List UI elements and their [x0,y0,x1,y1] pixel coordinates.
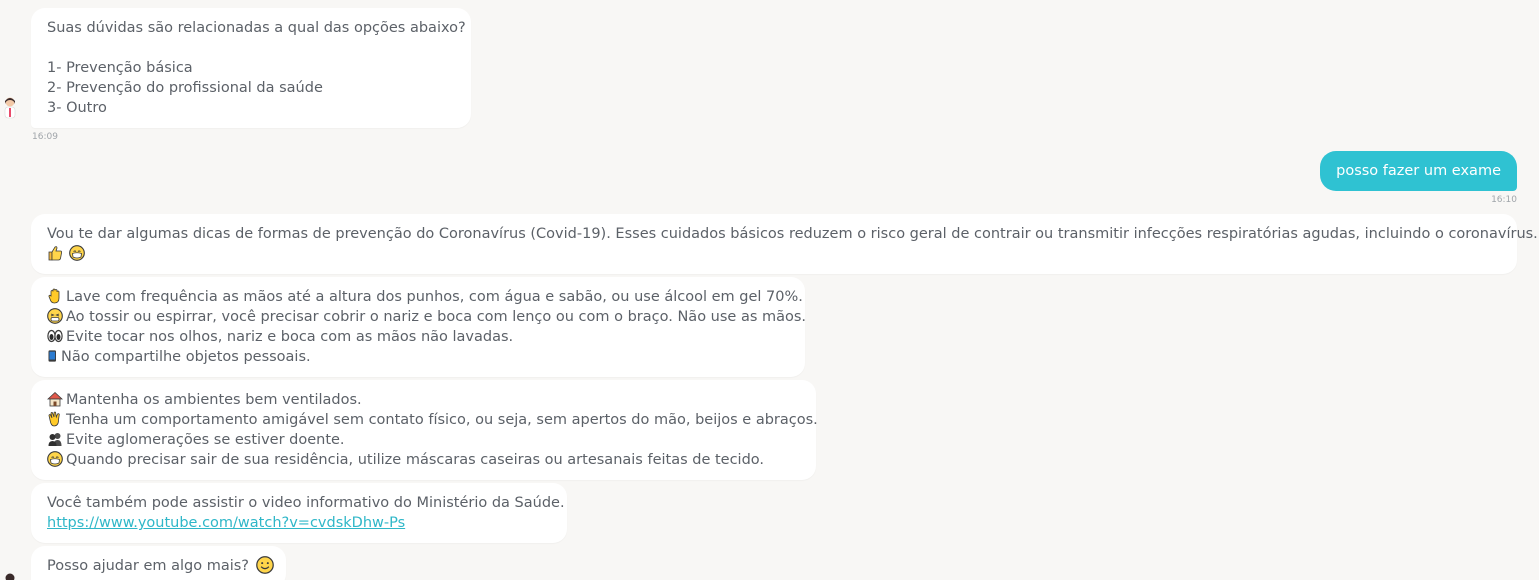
face-with-mask-emoji [47,451,63,467]
bot-message-video: Você também pode assistir o video inform… [31,483,567,543]
tip-text: Não compartilhe objetos pessoais. [61,349,311,365]
message-text: Você também pode assistir o video inform… [47,495,565,511]
bot-message-intro: Vou te dar algumas dicas de formas de pr… [31,214,1538,274]
option-1: 1- Prevenção básica [47,60,193,76]
tip-line: Tenha um comportamento amigável sem cont… [47,410,818,430]
message-line-blank [47,38,455,58]
tip-text: Evite tocar nos olhos, nariz e boca com … [66,329,514,345]
tip-text: Tenha um comportamento amigável sem cont… [66,412,818,428]
smiling-face-emoji [256,556,274,574]
bot-message-help: Posso ajudar em algo mais? [31,546,286,580]
sneezing-face-emoji [47,308,63,324]
raised-hand-emoji [48,288,60,304]
message-text: Posso ajudar em algo mais? [47,558,249,574]
thumbs-up-emoji [48,246,63,261]
tip-text: Mantenha os ambientes bem ventilados. [66,392,362,408]
tip-line: Evite tocar nos olhos, nariz e boca com … [47,327,789,347]
tip-text: Evite aglomerações se estiver doente. [66,432,345,448]
link-line: https://www.youtube.com/watch?v=cvdskDhw… [47,513,551,533]
message-text: Vou te dar algumas dicas de formas de pr… [47,226,1538,242]
message-timestamp: 16:09 [32,132,58,142]
chat-window: Suas dúvidas são relacionadas a qual das… [0,0,1539,580]
tip-line: Evite aglomerações se estiver doente. [47,430,800,450]
bot-message-tips-2: Mantenha os ambientes bem ventilados. Te… [31,380,818,480]
face-with-mask-emoji [69,245,85,261]
tip-text: Ao tossir ou espirrar, você precisar cob… [66,309,807,325]
option-3: 3- Outro [47,100,107,116]
message-line: Suas dúvidas são relacionadas a qual das… [47,20,466,36]
busts-emoji [48,433,62,446]
tip-line: Lave com frequência as mãos até a altura… [47,287,803,307]
tip-line: Quando precisar sair de sua residência, … [47,450,800,470]
house-emoji [47,391,63,407]
user-message: posso fazer um exame [1320,151,1517,191]
emoji-row [47,244,1501,264]
help-line: Posso ajudar em algo mais? [47,556,270,576]
bot-message-options: Suas dúvidas são relacionadas a qual das… [31,8,471,128]
user-message-text: posso fazer um exame [1336,163,1501,179]
user-message-timestamp: 16:10 [1491,195,1517,205]
youtube-video-link[interactable]: https://www.youtube.com/watch?v=cvdskDhw… [47,515,405,531]
tip-line: Não compartilhe objetos pessoais. [47,347,789,367]
mobile-phone-emoji [48,350,56,362]
bot-avatar-icon [4,97,16,119]
option-2: 2- Prevenção do profissional da saúde [47,80,323,96]
waving-hand-emoji [48,411,60,427]
eyes-emoji [47,329,63,343]
tip-text: Lave com frequência as mãos até a altura… [66,289,803,305]
tip-line: Ao tossir ou espirrar, você precisar cob… [47,307,806,327]
tip-line: Mantenha os ambientes bem ventilados. [47,390,800,410]
tip-text: Quando precisar sair de sua residência, … [66,452,765,468]
bot-message-tips-1: Lave com frequência as mãos até a altura… [31,277,806,377]
bot-avatar-icon [5,573,15,580]
